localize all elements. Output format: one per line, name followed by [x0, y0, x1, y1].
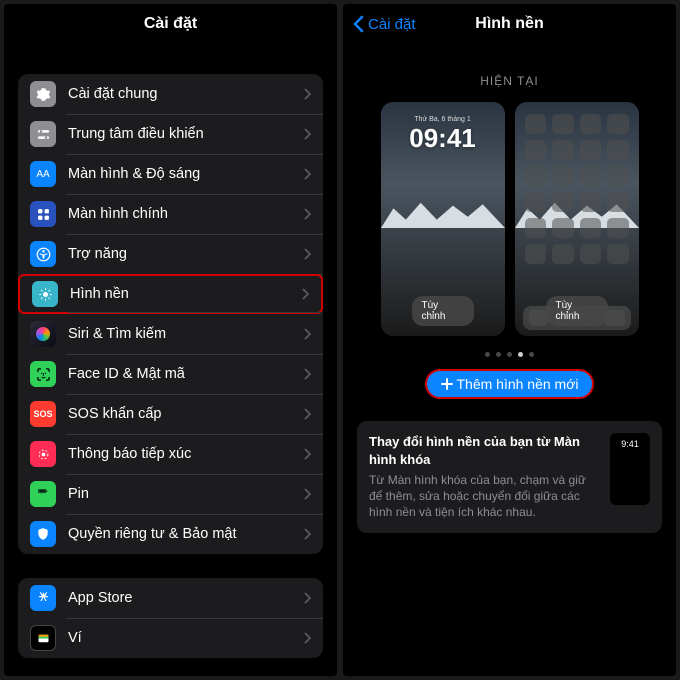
lock-preview-text: Thứ Ba, 6 tháng 1 09:41 — [381, 116, 505, 151]
row-general[interactable]: Cài đặt chung — [18, 74, 323, 114]
chevron-right-icon — [304, 528, 311, 540]
wallpaper-icon — [32, 281, 58, 307]
row-label: Trợ năng — [68, 246, 304, 262]
chevron-right-icon — [304, 248, 311, 260]
card-thumbnail: 9:41 — [610, 433, 650, 505]
siri-icon — [30, 321, 56, 347]
row-label: Pin — [68, 486, 304, 502]
chevron-right-icon — [304, 128, 311, 140]
nav-title: Cài đặt — [4, 15, 337, 33]
section-current: HIỆN TẠI — [357, 74, 662, 88]
lock-date: Thứ Ba, 6 tháng 1 — [381, 116, 505, 123]
home-screen-icon — [30, 201, 56, 227]
chevron-right-icon — [304, 328, 311, 340]
row-label: Ví — [68, 630, 304, 646]
chevron-right-icon — [302, 288, 309, 300]
chevron-right-icon — [304, 632, 311, 644]
row-label: App Store — [68, 590, 304, 606]
back-button[interactable]: Cài đặt — [353, 15, 416, 33]
wallpaper-content: HIỆN TẠI Thứ Ba, 6 tháng 1 09:41 Tùy chỉ… — [343, 44, 676, 676]
row-label: Màn hình & Độ sáng — [68, 166, 304, 182]
sos-icon: SOS — [30, 401, 56, 427]
thumb-time: 9:41 — [621, 439, 639, 449]
row-label: Quyền riêng tư & Bảo mật — [68, 526, 304, 542]
display-icon: AA — [30, 161, 56, 187]
info-card: Thay đổi hình nền của bạn từ Màn hình kh… — [357, 421, 662, 533]
wallpaper-previews: Thứ Ba, 6 tháng 1 09:41 Tùy chỉnh Tùy ch… — [357, 102, 662, 336]
plus-icon — [440, 377, 454, 391]
row-control-center[interactable]: Trung tâm điều khiển — [18, 114, 323, 154]
page-dots[interactable] — [357, 352, 662, 357]
customize-home-button[interactable]: Tùy chỉnh — [546, 296, 608, 326]
gear-icon — [30, 81, 56, 107]
chevron-right-icon — [304, 208, 311, 220]
home-grid — [525, 114, 629, 264]
settings-group-1: Cài đặt chung Trung tâm điều khiển AA Mà… — [18, 74, 323, 554]
card-title: Thay đổi hình nền của bạn từ Màn hình kh… — [369, 433, 600, 468]
row-label: Hình nền — [70, 286, 302, 302]
nav-bar: Cài đặt — [4, 4, 337, 44]
row-privacy-security[interactable]: Quyền riêng tư & Bảo mật — [18, 514, 323, 554]
row-label: Màn hình chính — [68, 206, 304, 222]
nav-bar: Cài đặt Hình nền — [343, 4, 676, 44]
add-wallpaper-button[interactable]: Thêm hình nền mới — [425, 369, 593, 399]
home-screen-preview[interactable]: Tùy chỉnh — [515, 102, 639, 336]
lock-time: 09:41 — [381, 125, 505, 151]
row-exposure-notifications[interactable]: Thông báo tiếp xúc — [18, 434, 323, 474]
settings-group-2: App Store Ví — [18, 578, 323, 658]
chevron-right-icon — [304, 88, 311, 100]
row-label: Siri & Tìm kiếm — [68, 326, 304, 342]
row-label: SOS khẩn cấp — [68, 406, 304, 422]
row-emergency-sos[interactable]: SOS SOS khẩn cấp — [18, 394, 323, 434]
wallpaper-screen: Cài đặt Hình nền HIỆN TẠI Thứ Ba, 6 thán… — [343, 4, 676, 676]
appstore-icon — [30, 585, 56, 611]
chevron-right-icon — [304, 448, 311, 460]
customize-lock-button[interactable]: Tùy chỉnh — [412, 296, 474, 326]
privacy-icon — [30, 521, 56, 547]
chevron-right-icon — [304, 488, 311, 500]
mountain-graphic — [381, 200, 505, 228]
settings-screen: Cài đặt Cài đặt chung Trung tâm điều khi… — [4, 4, 337, 676]
row-label: Face ID & Mật mã — [68, 366, 304, 382]
back-label: Cài đặt — [368, 16, 416, 33]
row-accessibility[interactable]: Trợ năng — [18, 234, 323, 274]
control-center-icon — [30, 121, 56, 147]
add-wallpaper-label: Thêm hình nền mới — [456, 376, 578, 392]
lock-screen-preview[interactable]: Thứ Ba, 6 tháng 1 09:41 Tùy chỉnh — [381, 102, 505, 336]
row-wallpaper[interactable]: Hình nền — [18, 274, 323, 314]
accessibility-icon — [30, 241, 56, 267]
row-wallet[interactable]: Ví — [18, 618, 323, 658]
chevron-right-icon — [304, 168, 311, 180]
row-label: Trung tâm điều khiển — [68, 126, 304, 142]
chevron-left-icon — [353, 15, 364, 33]
row-app-store[interactable]: App Store — [18, 578, 323, 618]
card-desc: Từ Màn hình khóa của bạn, chạm và giữ để… — [369, 472, 600, 521]
chevron-right-icon — [304, 408, 311, 420]
row-label: Cài đặt chung — [68, 86, 304, 102]
row-battery[interactable]: Pin — [18, 474, 323, 514]
exposure-icon — [30, 441, 56, 467]
chevron-right-icon — [304, 592, 311, 604]
row-faceid-passcode[interactable]: Face ID & Mật mã — [18, 354, 323, 394]
battery-icon — [30, 481, 56, 507]
wallet-icon — [30, 625, 56, 651]
row-display-brightness[interactable]: AA Màn hình & Độ sáng — [18, 154, 323, 194]
chevron-right-icon — [304, 368, 311, 380]
row-home-screen[interactable]: Màn hình chính — [18, 194, 323, 234]
faceid-icon — [30, 361, 56, 387]
row-label: Thông báo tiếp xúc — [68, 446, 304, 462]
row-siri-search[interactable]: Siri & Tìm kiếm — [18, 314, 323, 354]
